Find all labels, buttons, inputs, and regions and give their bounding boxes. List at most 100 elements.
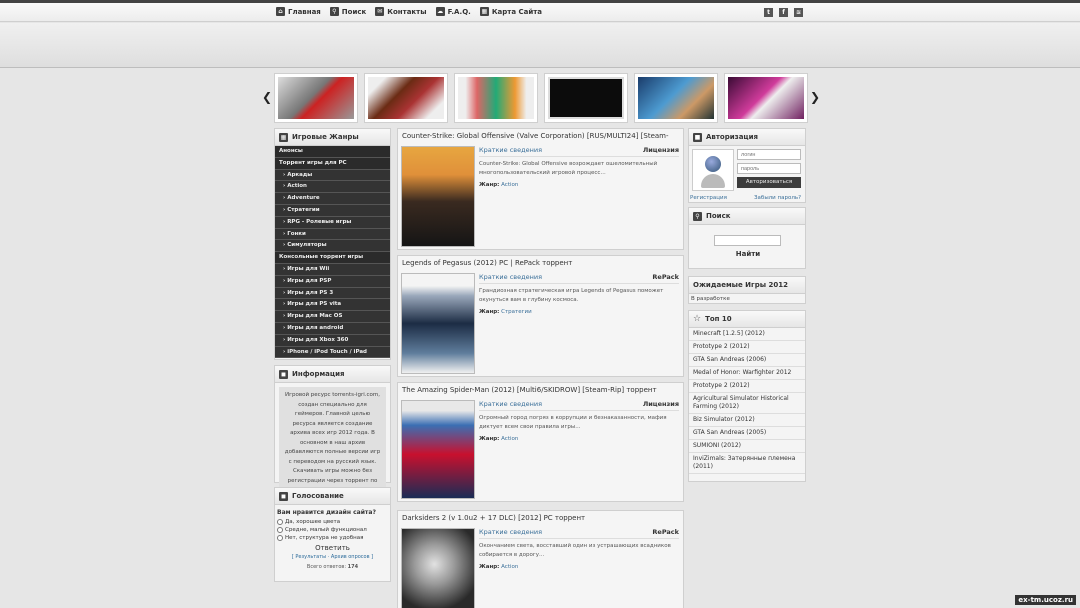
genre-item[interactable]: › Игры для PSP <box>275 275 390 288</box>
nav-faq[interactable]: ☁ F.A.Q. <box>435 7 471 16</box>
news-title[interactable]: Counter-Strike: Global Offensive (Valve … <box>398 129 683 143</box>
genre-item[interactable]: Торрент игры для PC <box>275 157 390 170</box>
genre-item[interactable]: › Игры для android <box>275 322 390 335</box>
game-cover[interactable] <box>401 528 475 608</box>
top10-item[interactable]: Agricultural Simulator Historical Farmin… <box>689 393 805 414</box>
header-banner <box>0 23 1080 68</box>
genre-item[interactable]: › Игры для PS vita <box>275 299 390 312</box>
genre-item[interactable]: Консольные торрент игры <box>275 252 390 264</box>
genre-list: Анонсы Торрент игры для PC › Аркады › Actio… <box>275 146 390 359</box>
genre-link[interactable]: Action <box>501 182 518 188</box>
password-input[interactable] <box>737 163 801 174</box>
poll-option[interactable]: Средне, малый функционал <box>275 526 390 534</box>
radio-button[interactable] <box>277 535 283 541</box>
news-title[interactable]: Darksiders 2 (v 1.0u2 + 17 DLC) [2012] P… <box>398 511 683 525</box>
nav-sitemap[interactable]: ▦ Карта Сайта <box>479 7 542 16</box>
rss-icon[interactable]: ≋ <box>794 8 803 17</box>
release-type: RePack <box>652 273 679 281</box>
genres-header: ▦ Игровые Жанры <box>275 129 390 146</box>
short-info-link[interactable]: Краткие сведения <box>479 528 542 536</box>
genre-item[interactable]: Анонсы <box>275 146 390 158</box>
top10-item[interactable]: SUMIONI (2012) <box>689 440 805 453</box>
register-link[interactable]: Регистрация <box>690 195 727 201</box>
news-title[interactable]: Legends of Pegasus (2012) PC | RePack то… <box>398 256 683 270</box>
top10-item[interactable]: Prototype 2 (2012) <box>689 341 805 354</box>
game-thumbnail <box>548 77 624 119</box>
auth-panel: ■Авторизация Авторизоваться Регистрация … <box>688 128 806 203</box>
genre-label: RPG - Ролевые игры <box>287 218 352 225</box>
genre-item[interactable]: › Игры для Wii <box>275 263 390 276</box>
short-info-link[interactable]: Краткие сведения <box>479 273 542 281</box>
facebook-icon[interactable]: f <box>779 8 788 17</box>
genre-item[interactable]: › Игры для Xbox 360 <box>275 334 390 347</box>
carousel-next-arrow[interactable]: ❯ <box>810 90 820 104</box>
top10-item[interactable]: GTA San Andreas (2006) <box>689 354 805 367</box>
carousel-item[interactable] <box>454 73 538 123</box>
genre-item[interactable]: › Action <box>275 181 390 194</box>
news-genre: Жанр: Action <box>479 564 519 570</box>
news-title[interactable]: The Amazing Spider-Man (2012) [Multi6/SK… <box>398 383 683 397</box>
genre-label: Игры для Wii <box>287 265 330 272</box>
poll-archive-link[interactable]: Архив опросов <box>331 554 370 560</box>
short-info-link[interactable]: Краткие сведения <box>479 146 542 154</box>
poll-header: ◼ Голосование <box>275 488 390 505</box>
login-button[interactable]: Авторизоваться <box>737 177 801 188</box>
genre-label: Гонки <box>287 230 306 237</box>
genre-label: Симуляторы <box>287 242 327 249</box>
carousel-item[interactable] <box>544 73 628 123</box>
short-info-link[interactable]: Краткие сведения <box>479 400 542 408</box>
genre-item[interactable]: › Стратегии <box>275 204 390 217</box>
genre-item[interactable]: › iPhone / iPod Touch / iPad <box>275 346 390 359</box>
genre-item[interactable]: › RPG - Ролевые игры <box>275 216 390 229</box>
genre-item[interactable]: › Игры для PS 3 <box>275 287 390 300</box>
genre-label: Аркады <box>287 171 313 178</box>
carousel-item[interactable] <box>724 73 808 123</box>
genre-label: Adventure <box>287 195 320 202</box>
forgot-password-link[interactable]: Забыли пароль? <box>754 195 801 201</box>
search-input[interactable] <box>714 235 781 246</box>
game-cover[interactable] <box>401 146 475 247</box>
top10-item[interactable]: Biz Simulator (2012) <box>689 414 805 427</box>
search-button[interactable]: Найти <box>689 250 807 258</box>
game-thumbnail <box>638 77 714 119</box>
genre-item[interactable]: › Аркады <box>275 169 390 182</box>
poll-option[interactable]: Да, хорошее цвета <box>275 518 390 526</box>
nav-home[interactable]: ⌂ Главная <box>276 7 321 16</box>
lock-icon: ■ <box>693 132 702 142</box>
poll-icon: ◼ <box>279 491 288 501</box>
genre-label: Стратегии <box>287 206 320 213</box>
genre-link[interactable]: Action <box>501 564 518 570</box>
login-form: Авторизоваться <box>737 149 801 188</box>
game-cover[interactable] <box>401 273 475 374</box>
poll-option[interactable]: Нет, структура не удобная <box>275 534 390 542</box>
genre-item[interactable]: › Игры для Mac OS <box>275 311 390 323</box>
poll-panel: ◼ Голосование Вам нравится дизайн сайта? … <box>274 487 391 582</box>
login-input[interactable] <box>737 149 801 160</box>
game-cover[interactable] <box>401 400 475 499</box>
top10-item[interactable]: InviZimals: Затерянные племена (2011) <box>689 453 805 474</box>
top-nav-bar: ⌂ Главная ⚲ Поиск ✉ Контакты ☁ F.A.Q. ▦ Карта… <box>0 3 1080 22</box>
genre-item[interactable]: › Adventure <box>275 193 390 205</box>
twitter-icon[interactable]: t <box>764 8 773 17</box>
poll-results-link[interactable]: Результаты <box>295 554 326 560</box>
nav-search[interactable]: ⚲ Поиск <box>329 7 366 16</box>
top10-item[interactable]: Prototype 2 (2012) <box>689 380 805 393</box>
genre-link[interactable]: Action <box>501 436 518 442</box>
news-meta: Краткие сведения RePack Окончанием света,… <box>479 528 679 570</box>
news-item: Darksiders 2 (v 1.0u2 + 17 DLC) [2012] P… <box>397 510 684 608</box>
radio-button[interactable] <box>277 527 283 533</box>
top10-item[interactable]: Minecraft [1.2.5] (2012) <box>689 328 805 341</box>
genre-item[interactable]: › Симуляторы <box>275 240 390 253</box>
radio-button[interactable] <box>277 519 283 525</box>
top10-item[interactable]: Medal of Honor: Warfighter 2012 <box>689 367 805 380</box>
poll-total: Всего ответов: 174 <box>306 564 359 570</box>
carousel-item[interactable] <box>634 73 718 123</box>
top10-item[interactable]: GTA San Andreas (2005) <box>689 427 805 440</box>
genre-item[interactable]: › Гонки <box>275 228 390 241</box>
genre-link[interactable]: Стратегии <box>501 309 532 315</box>
vote-button[interactable]: Ответить <box>275 544 390 552</box>
carousel-item[interactable] <box>274 73 358 123</box>
nav-contacts[interactable]: ✉ Контакты <box>375 7 427 16</box>
carousel-item[interactable] <box>364 73 448 123</box>
carousel-prev-arrow[interactable]: ❮ <box>262 90 272 104</box>
